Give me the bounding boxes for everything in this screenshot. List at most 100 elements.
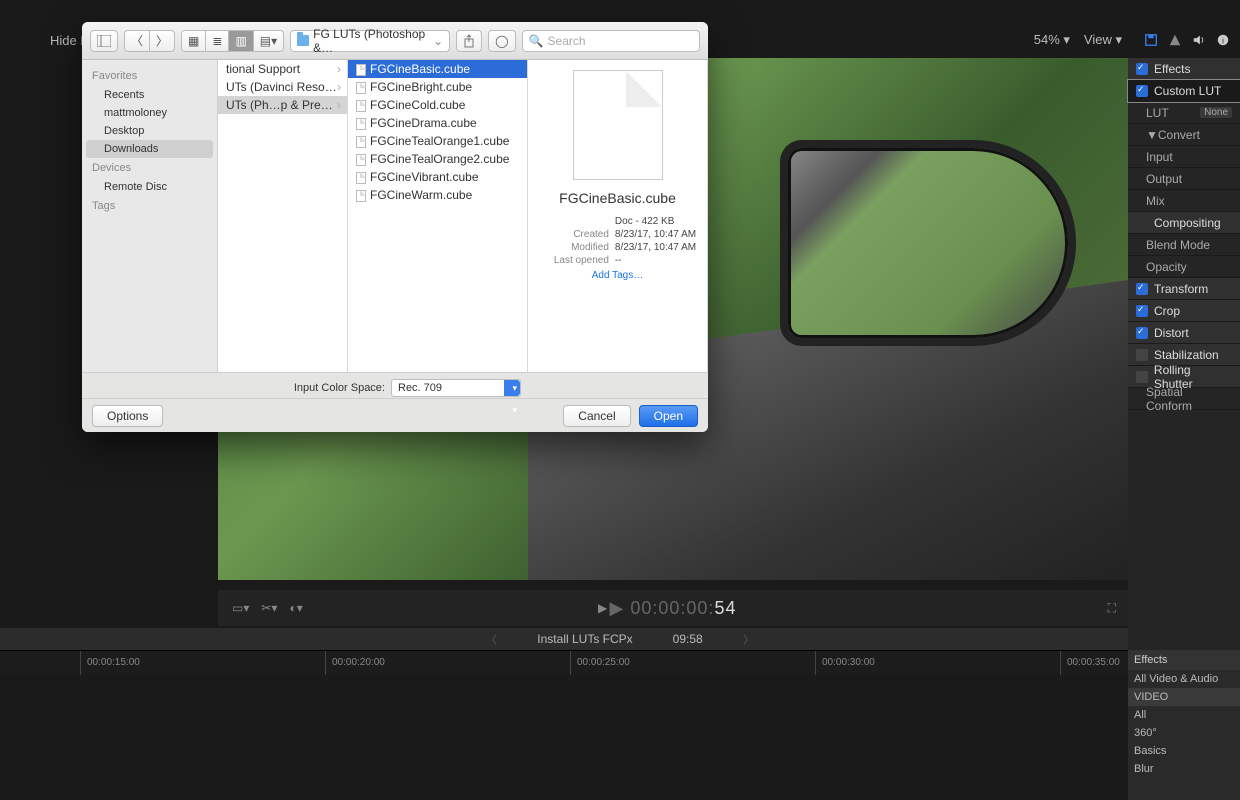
preview-filename: FGCineBasic.cube xyxy=(559,190,676,206)
sidebar-favorites-header: Favorites xyxy=(82,66,217,86)
preview-created: 8/23/17, 10:47 AM xyxy=(615,229,696,240)
inspector-custom-lut[interactable]: Custom LUT xyxy=(1128,80,1240,102)
fx-row[interactable]: Blur xyxy=(1128,760,1240,778)
inspector-spatial[interactable]: Spatial Conform xyxy=(1128,388,1240,410)
search-icon: 🔍 xyxy=(529,34,544,48)
preview-last: -- xyxy=(615,255,696,266)
inspector-input[interactable]: Input xyxy=(1128,146,1240,168)
fx-row[interactable]: 360° xyxy=(1128,724,1240,742)
file-icon xyxy=(356,64,366,76)
file-icon xyxy=(356,82,366,94)
fx-header: Effects xyxy=(1128,650,1240,670)
file-row[interactable]: FGCineCold.cube xyxy=(348,96,527,114)
sidebar-devices-header: Devices xyxy=(82,158,217,178)
prev-clip-icon[interactable]: 〈 xyxy=(485,631,497,648)
file-row[interactable]: FGCineTealOrange2.cube xyxy=(348,150,527,168)
preview-modified: 8/23/17, 10:47 AM xyxy=(615,242,696,253)
folder-row[interactable]: tional Support› xyxy=(218,60,347,78)
sidebar-item-downloads[interactable]: Downloads xyxy=(86,140,213,158)
file-row[interactable]: FGCineTealOrange1.cube xyxy=(348,132,527,150)
view-list-button[interactable]: ≣ xyxy=(205,30,229,52)
dialog-sidebar: Favorites Recents mattmoloney Desktop Do… xyxy=(82,60,218,372)
open-button[interactable]: Open xyxy=(639,405,698,427)
add-tags-link[interactable]: Add Tags… xyxy=(592,270,644,281)
timecode[interactable]: ▶ 00:00:00:54 xyxy=(610,598,737,619)
sidebar-item-recents[interactable]: Recents xyxy=(82,86,217,104)
search-input[interactable]: 🔍Search xyxy=(522,30,700,52)
tick: 00:00:25:00 xyxy=(570,651,630,675)
fx-row[interactable]: Basics xyxy=(1128,742,1240,760)
play-icon[interactable]: ▶ xyxy=(598,601,607,615)
input-colorspace-select[interactable]: Rec. 709 xyxy=(391,379,521,397)
timeline-ruler[interactable]: 00:00:15:00 00:00:20:00 00:00:25:00 00:0… xyxy=(0,650,1128,674)
preview-created-label: Created xyxy=(539,229,609,240)
retime-tool-icon[interactable]: ✂▾ xyxy=(261,601,277,615)
next-clip-icon[interactable]: 〉 xyxy=(743,631,755,648)
path-dropdown[interactable]: FG LUTs (Photoshop &…⌄ xyxy=(290,30,450,52)
input-colorspace-label: Input Color Space: xyxy=(269,382,385,394)
tick: 00:00:35:00 xyxy=(1060,651,1120,675)
cancel-button[interactable]: Cancel xyxy=(563,405,630,427)
options-button[interactable]: Options xyxy=(92,405,163,427)
clip-tool-icon[interactable]: ◐▾ xyxy=(289,601,302,615)
inspector-effects[interactable]: Effects xyxy=(1128,58,1240,80)
inspector-output[interactable]: Output xyxy=(1128,168,1240,190)
inspector-blend[interactable]: Blend Mode xyxy=(1128,234,1240,256)
tick: 00:00:15:00 xyxy=(80,651,140,675)
inspector-lut[interactable]: LUTNone xyxy=(1128,102,1240,124)
frame-tool-icon[interactable]: ▭▾ xyxy=(232,601,249,615)
share-icon[interactable] xyxy=(456,30,482,52)
file-row[interactable]: FGCineWarm.cube xyxy=(348,186,527,204)
clip-duration: 09:58 xyxy=(673,632,703,646)
preview-last-label: Last opened xyxy=(539,255,609,266)
inspector-header xyxy=(1128,28,1240,58)
fx-row[interactable]: VIDEO xyxy=(1128,688,1240,706)
preview-kind: Doc - 422 KB xyxy=(615,216,696,227)
column-preview: FGCineBasic.cube Doc - 422 KB Created 8/2… xyxy=(528,60,708,372)
sidebar-tags-header: Tags xyxy=(82,196,217,216)
view-gallery-button[interactable]: ▤▾ xyxy=(253,30,284,52)
tick: 00:00:20:00 xyxy=(325,651,385,675)
sidebar-item-home[interactable]: mattmoloney xyxy=(82,104,217,122)
folder-row[interactable]: UTs (Davinci Resolve)› xyxy=(218,78,347,96)
hide-rejected[interactable]: Hide R xyxy=(0,33,90,48)
inspector-panel: Effects Custom LUT LUTNone ▼ Convert Inp… xyxy=(1128,58,1240,650)
inspector-distort[interactable]: Distort xyxy=(1128,322,1240,344)
fx-row[interactable]: All Video & Audio xyxy=(1128,670,1240,688)
sidebar-item-desktop[interactable]: Desktop xyxy=(82,122,217,140)
file-icon xyxy=(356,136,366,148)
nav-forward-button[interactable]: 〉 xyxy=(149,30,175,52)
file-row[interactable]: FGCineBright.cube xyxy=(348,78,527,96)
preview-modified-label: Modified xyxy=(539,242,609,253)
view-columns-button[interactable]: ▥ xyxy=(228,30,253,52)
view-icons-button[interactable]: ▦ xyxy=(181,30,206,52)
column-folders: tional Support› UTs (Davinci Resolve)› U… xyxy=(218,60,348,372)
nav-back-button[interactable]: 〈 xyxy=(124,30,150,52)
sidebar-item-remote[interactable]: Remote Disc xyxy=(82,178,217,196)
inspector-opacity[interactable]: Opacity xyxy=(1128,256,1240,278)
tags-icon[interactable]: ◯ xyxy=(488,30,515,52)
file-row[interactable]: FGCineBasic.cube xyxy=(348,60,527,78)
effects-browser: Effects All Video & Audio VIDEO All 360°… xyxy=(1128,650,1240,800)
file-icon xyxy=(356,100,366,112)
file-icon xyxy=(356,154,366,166)
inspector-transform[interactable]: Transform xyxy=(1128,278,1240,300)
file-icon xyxy=(356,118,366,130)
sidebar-toggle-icon[interactable] xyxy=(90,30,118,52)
file-icon xyxy=(356,190,366,202)
zoom-level[interactable]: 54% ▾ xyxy=(1034,32,1070,48)
file-icon xyxy=(356,172,366,184)
inspector-mix[interactable]: Mix xyxy=(1128,190,1240,212)
open-file-dialog: 〈 〉 ▦ ≣ ▥ ▤▾ FG LUTs (Photoshop &…⌄ ◯ 🔍S… xyxy=(82,22,708,432)
file-row[interactable]: FGCineDrama.cube xyxy=(348,114,527,132)
inspector-convert[interactable]: ▼ Convert xyxy=(1128,124,1240,146)
preview-doc-icon xyxy=(573,70,663,180)
file-row[interactable]: FGCineVibrant.cube xyxy=(348,168,527,186)
folder-row[interactable]: UTs (Ph…p & Premiere)› xyxy=(218,96,347,114)
fullscreen-icon[interactable]: ⛶ xyxy=(1108,601,1116,616)
inspector-compositing[interactable]: Compositing xyxy=(1128,212,1240,234)
inspector-crop[interactable]: Crop xyxy=(1128,300,1240,322)
view-menu[interactable]: View ▾ xyxy=(1084,32,1122,48)
fx-row[interactable]: All xyxy=(1128,706,1240,724)
column-files: FGCineBasic.cube FGCineBright.cube FGCin… xyxy=(348,60,528,372)
